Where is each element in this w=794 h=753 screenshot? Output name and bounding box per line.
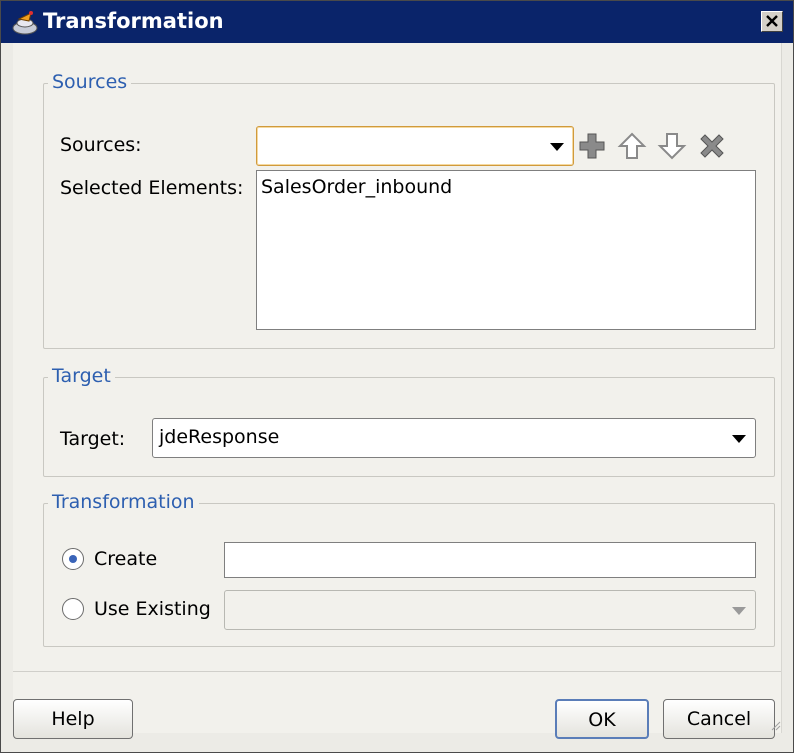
close-button[interactable] <box>761 11 783 32</box>
transformation-group: Transformation Create Use Existing <box>43 490 775 647</box>
sources-label: Sources: <box>60 134 142 156</box>
cancel-button[interactable]: Cancel <box>663 699 775 739</box>
dialog-content: Sources Sources: Selected Elements: Sale… <box>13 43 782 739</box>
use-existing-radio[interactable] <box>62 598 84 620</box>
sources-combo[interactable] <box>256 126 574 166</box>
transformation-dialog: Transformation Sources Sources: Selected… <box>0 0 794 753</box>
add-icon[interactable] <box>576 130 608 162</box>
target-label: Target: <box>60 428 126 450</box>
sources-legend: Sources <box>48 70 132 94</box>
dialog-title: Transformation <box>43 9 224 33</box>
title-bar: Transformation <box>1 1 793 43</box>
transformation-icon <box>12 11 38 35</box>
target-combo[interactable]: jdeResponse <box>152 418 756 458</box>
target-combo-value: jdeResponse <box>159 426 280 448</box>
sources-group: Sources Sources: Selected Elements: Sale… <box>43 70 775 349</box>
chevron-down-icon <box>550 143 564 151</box>
chevron-down-icon <box>732 607 746 615</box>
transformation-legend: Transformation <box>48 490 199 514</box>
resize-grip-icon[interactable] <box>769 719 781 731</box>
create-label: Create <box>94 548 158 570</box>
button-separator <box>13 671 781 672</box>
up-arrow-icon[interactable] <box>616 130 648 162</box>
down-arrow-icon[interactable] <box>656 130 688 162</box>
radio-selected-dot <box>69 555 77 563</box>
create-name-field[interactable] <box>224 542 756 578</box>
use-existing-label: Use Existing <box>94 598 211 620</box>
delete-icon[interactable] <box>696 130 728 162</box>
chevron-down-icon <box>732 435 746 443</box>
ok-button[interactable]: OK <box>555 699 649 739</box>
list-item[interactable]: SalesOrder_inbound <box>261 175 452 199</box>
selected-elements-list[interactable]: SalesOrder_inbound <box>256 170 756 330</box>
target-group: Target Target: jdeResponse <box>43 364 775 477</box>
selected-elements-label: Selected Elements: <box>60 177 244 199</box>
help-button[interactable]: Help <box>13 699 133 739</box>
use-existing-combo[interactable] <box>224 590 756 630</box>
create-radio[interactable] <box>62 548 84 570</box>
close-icon <box>766 15 778 27</box>
target-legend: Target <box>48 364 115 388</box>
